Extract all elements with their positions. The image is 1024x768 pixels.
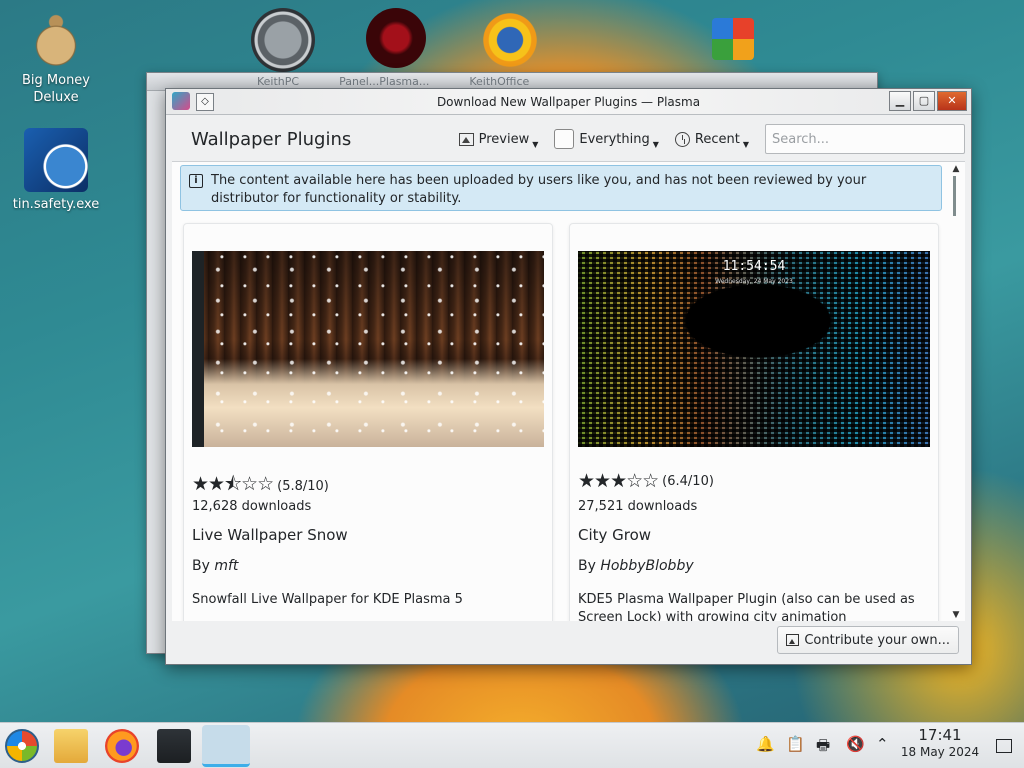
star-rating-icon: ★★⯪☆☆ <box>192 473 274 495</box>
keep-above-button[interactable]: ◇ <box>196 93 214 111</box>
scroll-up-icon[interactable]: ▲ <box>949 162 963 176</box>
notifications-icon[interactable]: 🔔 <box>756 735 775 753</box>
plugin-description: Snowfall Live Wallpaper for KDE Plasma 5 <box>192 592 463 607</box>
info-icon: i <box>189 174 203 188</box>
plugin-name[interactable]: Live Wallpaper Snow <box>192 526 348 544</box>
plugin-author: By mft <box>192 558 238 574</box>
desktop-icon-big-money-deluxe[interactable]: Big Money Deluxe <box>8 12 104 106</box>
chevron-down-icon: ▼ <box>652 139 659 149</box>
page-title: Wallpaper Plugins <box>191 128 352 150</box>
contribute-button[interactable]: Contribute your own... <box>777 626 959 654</box>
plugin-grid[interactable]: i The content available here has been up… <box>172 161 965 621</box>
rating-value: (6.4/10) <box>662 473 714 489</box>
background-window-title: KeithOffice <box>469 75 530 88</box>
plugin-card[interactable]: ★★⯪☆☆ (5.8/10) 12,628 downloads Live Wal… <box>184 224 552 621</box>
speedometer-icon[interactable] <box>251 8 315 72</box>
filter-label: Everything <box>579 131 650 147</box>
plugin-preview-image[interactable] <box>192 251 544 447</box>
download-count: 27,521 downloads <box>578 499 698 514</box>
app-icon[interactable] <box>172 92 190 110</box>
author-prefix: By <box>192 558 210 574</box>
preview-clock: 11:54:54 <box>722 259 786 274</box>
taskbar-date[interactable]: 18 May 2024 <box>900 745 980 759</box>
scrollbar-thumb[interactable] <box>953 176 956 216</box>
filter-button[interactable]: Everything ▼ <box>554 129 659 149</box>
plugin-name[interactable]: City Grow <box>578 526 651 544</box>
minimize-button[interactable]: ▁ <box>889 91 911 111</box>
info-notice: i The content available here has been up… <box>180 165 942 211</box>
author-prefix: By <box>578 558 596 574</box>
sort-button[interactable]: Recent ▼ <box>674 131 749 149</box>
author-name[interactable]: mft <box>214 558 238 574</box>
sort-label: Recent <box>694 131 740 147</box>
preview-side-panel <box>192 251 204 447</box>
sun-globe-icon[interactable] <box>478 8 542 72</box>
background-window-title: Panel...Plasma... <box>339 75 430 88</box>
gear-app-icon <box>24 128 88 192</box>
image-upload-icon <box>786 634 800 646</box>
plugin-author: By HobbyBlobby <box>578 558 694 574</box>
printer-icon[interactable]: 🖶 <box>816 735 830 760</box>
download-count: 12,628 downloads <box>192 499 312 514</box>
show-desktop-icon[interactable] <box>996 739 1012 753</box>
firefox-icon[interactable] <box>105 729 139 763</box>
plugin-card[interactable]: 11:54:54 Wednesday, 24 May 2023 ★★★☆☆ (6… <box>570 224 938 621</box>
clipboard-icon[interactable]: 📋 <box>786 735 805 753</box>
desktop-icon-label: Big Money <box>21 73 90 88</box>
plugin-preview-image[interactable]: 11:54:54 Wednesday, 24 May 2023 <box>578 251 930 447</box>
taskbar-clock[interactable]: 17:41 <box>904 726 976 744</box>
office-icon[interactable] <box>712 18 754 60</box>
volume-muted-icon[interactable]: 🔇 <box>846 735 865 753</box>
close-button[interactable]: ✕ <box>937 91 967 111</box>
search-input[interactable] <box>765 124 965 154</box>
image-icon <box>458 132 474 146</box>
chevron-up-icon[interactable]: ⌃ <box>876 735 889 753</box>
notice-text: The content available here has been uplo… <box>211 173 867 206</box>
plugin-rating: ★★⯪☆☆ (5.8/10) <box>192 470 329 502</box>
discover-icon[interactable] <box>202 725 250 767</box>
plugin-description: KDE5 Plasma Wallpaper Plugin (also can b… <box>578 592 915 621</box>
rating-value: (5.8/10) <box>277 478 329 494</box>
chevron-down-icon: ▼ <box>532 139 539 149</box>
chevron-down-icon: ▼ <box>742 139 749 149</box>
download-wallpaper-plugins-window[interactable]: ◇ Download New Wallpaper Plugins — Plasm… <box>165 88 972 665</box>
preview-mode-button[interactable]: Preview ▼ <box>458 131 539 149</box>
author-name[interactable]: HobbyBlobby <box>600 558 693 574</box>
window-title: Download New Wallpaper Plugins — Plasma <box>436 94 701 109</box>
file-manager-icon[interactable] <box>54 729 88 763</box>
desktop-icon-label: tin.safety.exe <box>12 197 100 212</box>
page-header: Wallpaper Plugins Preview ▼ Everything ▼… <box>172 119 965 159</box>
maximize-button[interactable]: ▢ <box>913 91 935 111</box>
checkbox-icon <box>554 129 575 149</box>
taskbar: 🔔 📋 🖶 🔇 ⌃ 17:41 18 May 2024 <box>0 722 1024 768</box>
scroll-down-icon[interactable]: ▼ <box>949 608 963 621</box>
desktop-icon-label: Deluxe <box>33 90 79 105</box>
clock-icon <box>674 131 690 147</box>
background-window-title: KeithPC <box>257 75 300 88</box>
desktop-icon-tin-safety[interactable]: tin.safety.exe <box>8 128 104 213</box>
start-menu-icon[interactable] <box>5 729 39 763</box>
red-circle-icon[interactable] <box>366 8 426 68</box>
vertical-scrollbar[interactable]: ▲ ▼ <box>949 162 963 621</box>
preview-label: Preview <box>478 131 530 147</box>
settings-icon[interactable] <box>157 729 191 763</box>
star-rating-icon: ★★★☆☆ <box>578 470 659 492</box>
contribute-label: Contribute your own... <box>804 632 950 648</box>
preview-date: Wednesday, 24 May 2023 <box>715 278 793 285</box>
window-titlebar[interactable]: ◇ Download New Wallpaper Plugins — Plasm… <box>166 89 971 115</box>
plugin-rating: ★★★☆☆ (6.4/10) <box>578 470 714 492</box>
money-bag-icon <box>28 12 84 68</box>
